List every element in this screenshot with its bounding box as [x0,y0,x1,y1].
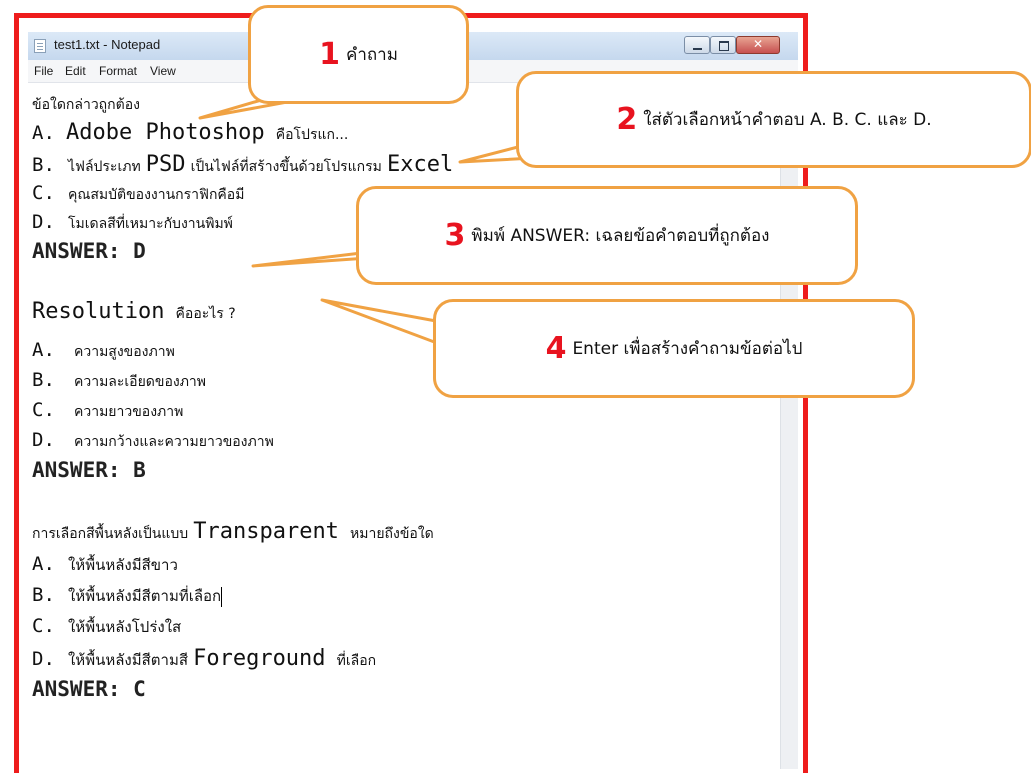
callout-4-pointer [320,298,447,348]
callout-1-number: 1 [319,37,340,72]
callout-2: 2 ใส่ตัวเลือกหน้าคำตอบ A. B. C. และ D. [516,71,1031,168]
callout-4-text: Enter เพื่อสร้างคำถามข้อต่อไป [572,339,803,359]
callout-4: 4 Enter เพื่อสร้างคำถามข้อต่อไป [433,299,915,398]
callout-3-number: 3 [444,218,466,253]
callout-2-text: ใส่ตัวเลือกหน้าคำตอบ A. B. C. และ D. [643,110,932,130]
callout-3-text: พิมพ์ ANSWER: เฉลยข้อคำตอบที่ถูกต้อง [471,226,770,246]
callout-4-number: 4 [545,331,567,366]
callout-1-text: คำถาม [345,45,398,65]
callout-2-number: 2 [616,102,638,137]
callout-1: 1 คำถาม [248,5,469,104]
callout-3: 3 พิมพ์ ANSWER: เฉลยข้อคำตอบที่ถูกต้อง [356,186,858,285]
